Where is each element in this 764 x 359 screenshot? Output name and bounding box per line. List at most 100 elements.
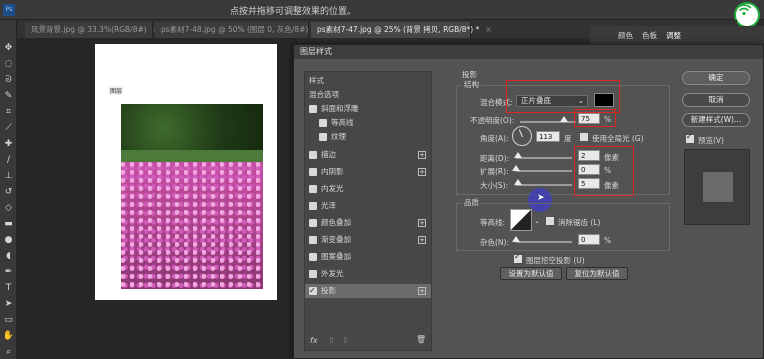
trash-icon[interactable]: 🗑 xyxy=(416,335,426,344)
style-item-inner-shadow[interactable]: 内阴影 + xyxy=(305,165,431,179)
healing-tool-icon[interactable]: ✚ xyxy=(2,138,15,151)
wifi-icon xyxy=(734,2,760,28)
contour-preview[interactable] xyxy=(510,209,532,231)
add-effect-button[interactable]: + xyxy=(418,219,426,227)
blur-tool-icon[interactable]: ● xyxy=(2,234,15,247)
knockout-checkbox-checked[interactable]: ✓ xyxy=(514,252,522,263)
opacity-label: 不透明度(O): xyxy=(470,116,515,125)
eyedropper-tool-icon[interactable]: ⟋ xyxy=(2,122,15,135)
distance-label: 距离(D): xyxy=(480,154,510,163)
global-light-checkbox[interactable] xyxy=(580,133,588,141)
new-style-button[interactable]: 新建样式(W)... xyxy=(682,113,750,127)
hand-tool-icon[interactable]: ✋ xyxy=(2,330,15,343)
checkbox[interactable] xyxy=(309,253,317,261)
tab-color[interactable]: 颜色 xyxy=(618,30,633,41)
tab-swatches[interactable]: 色板 xyxy=(642,30,657,41)
style-item-satin[interactable]: 光泽 xyxy=(305,199,431,213)
eraser-tool-icon[interactable]: ◇ xyxy=(2,202,15,215)
add-effect-button[interactable]: + xyxy=(418,287,426,295)
size-slider[interactable] xyxy=(516,184,572,186)
size-slider-handle[interactable] xyxy=(514,179,522,185)
gradient-tool-icon[interactable]: ▬ xyxy=(2,218,15,231)
blend-options-item[interactable]: 混合选项 xyxy=(305,88,431,102)
opacity-slider-handle[interactable] xyxy=(560,116,568,122)
lasso-tool-icon[interactable]: ᘐ xyxy=(2,74,15,87)
antialias-checkbox[interactable] xyxy=(546,217,554,225)
dodge-tool-icon[interactable]: ◖ xyxy=(2,250,15,263)
tool-panel: ✥ ◌ ᘐ ✎ ⌗ ⟋ ✚ ∕ ⊥ ↺ ◇ ▬ ● ◖ ✒ T ➤ ▭ ✋ ⌕ xyxy=(0,20,17,359)
highlight-box xyxy=(574,146,634,196)
checkbox[interactable] xyxy=(309,168,317,176)
marquee-tool-icon[interactable]: ◌ xyxy=(2,58,15,71)
zoom-tool-icon[interactable]: ⌕ xyxy=(2,346,15,359)
tab-adjustments[interactable]: 调整 xyxy=(666,30,681,41)
checkbox[interactable] xyxy=(309,105,317,113)
tab-document-1[interactable]: 风景背景.jpg @ 33.3%(RGB/8#)× xyxy=(25,22,159,38)
angle-needle xyxy=(518,129,523,138)
move-down-icon[interactable]: ⇩ xyxy=(342,336,349,345)
checkbox[interactable] xyxy=(309,219,317,227)
style-item-bevel[interactable]: 斜面和浮雕 xyxy=(305,102,431,116)
preview-checkbox-checked[interactable]: ✓ xyxy=(686,132,694,143)
spread-slider-handle[interactable] xyxy=(512,165,520,171)
spread-label: 扩展(R): xyxy=(480,167,509,176)
checkbox[interactable] xyxy=(309,270,317,278)
noise-input[interactable]: 0 xyxy=(578,234,600,245)
type-tool-icon[interactable]: T xyxy=(2,282,15,295)
path-select-tool-icon[interactable]: ➤ xyxy=(2,298,15,311)
move-up-icon[interactable]: ⇧ xyxy=(328,336,335,345)
highlight-box xyxy=(574,109,616,127)
spread-slider[interactable] xyxy=(516,170,572,172)
angle-dial[interactable] xyxy=(512,126,532,146)
layer-style-dialog: 图层样式 样式 混合选项 斜面和浮雕 等高线 纹理 描边 + 内阴影 + 内发光 光… xyxy=(293,44,764,359)
add-effect-button[interactable]: + xyxy=(418,151,426,159)
crop-tool-icon[interactable]: ⌗ xyxy=(2,106,15,119)
checkbox[interactable] xyxy=(309,236,317,244)
mouse-cursor-icon: ➤ xyxy=(537,193,545,203)
style-item-outer-glow[interactable]: 外发光 xyxy=(305,267,431,281)
checkbox[interactable] xyxy=(319,119,327,127)
stamp-tool-icon[interactable]: ⊥ xyxy=(2,170,15,183)
set-default-button[interactable]: 设置为默认值 xyxy=(500,267,562,280)
checkbox-checked[interactable] xyxy=(309,284,317,298)
checkbox[interactable] xyxy=(309,185,317,193)
cancel-button[interactable]: 取消 xyxy=(682,93,750,107)
style-item-pattern-overlay[interactable]: 图案叠加 xyxy=(305,250,431,264)
history-brush-icon[interactable]: ↺ xyxy=(2,186,15,199)
checkbox[interactable] xyxy=(309,151,317,159)
style-item-gradient-overlay[interactable]: 渐变叠加 + xyxy=(305,233,431,247)
styles-header[interactable]: 样式 xyxy=(305,74,431,88)
ok-button[interactable]: 确定 xyxy=(682,71,750,85)
shape-tool-icon[interactable]: ▭ xyxy=(2,314,15,327)
style-item-drop-shadow[interactable]: 投影+ xyxy=(305,284,431,298)
distance-slider-handle[interactable] xyxy=(514,152,522,158)
style-item-stroke[interactable]: 描边 + xyxy=(305,148,431,162)
move-tool-icon[interactable]: ✥ xyxy=(2,42,15,55)
reset-default-button[interactable]: 复位为默认值 xyxy=(566,267,628,280)
brush-tool-icon[interactable]: ∕ xyxy=(2,154,15,167)
add-effect-button[interactable]: + xyxy=(418,168,426,176)
checkbox[interactable] xyxy=(319,133,327,141)
tab-document-3[interactable]: ps素材7-47.jpg @ 25% (背景 拷贝, RGB/8*) * × xyxy=(311,22,492,38)
knockout-label: 图层挖空投影 (U) xyxy=(526,256,585,265)
style-item-contour[interactable]: 等高线 xyxy=(305,116,431,130)
pen-tool-icon[interactable]: ✒ xyxy=(2,266,15,279)
angle-input[interactable]: 113 xyxy=(536,131,560,142)
flower-photo[interactable] xyxy=(121,104,263,289)
preview-swatch xyxy=(703,172,733,202)
close-icon[interactable]: × xyxy=(485,25,491,34)
tab-document-2[interactable]: ps素材7-48.jpg @ 50% (图层 0, 灰色/8#) *× xyxy=(155,22,327,38)
app-title: 点按并拖移可调整效果的位置。 xyxy=(230,7,357,17)
chevron-down-icon[interactable]: ⌄ xyxy=(534,217,540,225)
noise-slider-handle[interactable] xyxy=(512,236,520,242)
style-item-texture[interactable]: 纹理 xyxy=(305,130,431,144)
distance-slider[interactable] xyxy=(516,157,572,159)
checkbox[interactable] xyxy=(309,202,317,210)
quick-select-tool-icon[interactable]: ✎ xyxy=(2,90,15,103)
add-effect-button[interactable]: + xyxy=(418,236,426,244)
style-list-footer: fx ⇧ ⇩ 🗑 xyxy=(304,334,432,350)
fx-icon[interactable]: fx xyxy=(310,336,318,345)
style-item-inner-glow[interactable]: 内发光 xyxy=(305,182,431,196)
style-item-color-overlay[interactable]: 颜色叠加 + xyxy=(305,216,431,230)
noise-slider[interactable] xyxy=(516,241,572,243)
